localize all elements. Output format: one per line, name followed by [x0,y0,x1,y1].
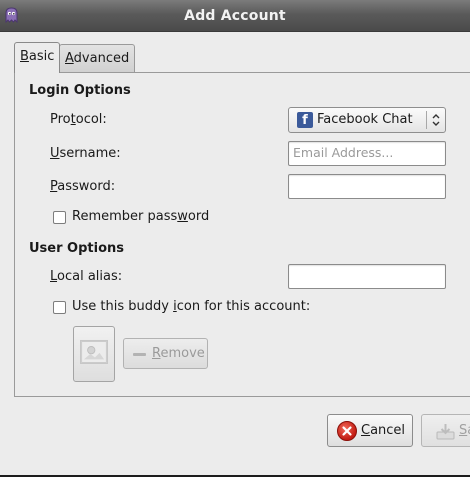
combo-separator [426,111,427,129]
title-bar[interactable]: Add Account [0,0,470,32]
minus-icon [133,353,146,356]
login-options-heading: Login Options [29,83,131,98]
protocol-label: Protocol: [50,112,107,127]
save-button[interactable]: Sa [421,414,470,447]
username-field[interactable]: Email Address... [288,141,446,166]
tab-basic-label: asic [28,49,55,64]
tab-advanced[interactable]: Advanced [59,44,136,73]
cancel-icon [337,421,357,441]
buddy-icon-checkbox[interactable] [53,301,66,314]
cancel-button[interactable]: Cancel [327,414,413,447]
username-label: Username: [50,146,121,161]
local-alias-label: Local alias: [50,269,123,284]
password-field[interactable] [288,174,446,199]
protocol-value: Facebook Chat [317,112,413,127]
up-down-arrow-icon [432,114,440,126]
tab-basic-mnemonic: B [20,49,29,64]
image-placeholder-icon [80,340,108,364]
window-title: Add Account [184,8,286,24]
facebook-icon: f [297,112,313,128]
user-options-heading: User Options [29,241,124,256]
tab-advanced-label: dvanced [73,51,130,66]
remove-icon-button[interactable]: Remove [123,338,208,369]
cancel-label: Cancel [361,423,406,438]
save-label: Sa [459,423,470,438]
tab-advanced-mnemonic: A [65,51,74,66]
protocol-select[interactable]: f Facebook Chat [288,107,446,133]
password-label: Password: [50,179,116,194]
remember-password-label[interactable]: Remember password [72,209,209,224]
remove-label: Remove [152,346,205,361]
tab-basic[interactable]: Basic [14,42,61,73]
remember-password-checkbox[interactable] [53,211,66,224]
buddy-icon-label[interactable]: Use this buddy icon for this account: [72,299,310,314]
local-alias-field[interactable] [288,264,446,289]
buddy-icon-button[interactable] [73,326,115,382]
save-icon [436,424,455,440]
